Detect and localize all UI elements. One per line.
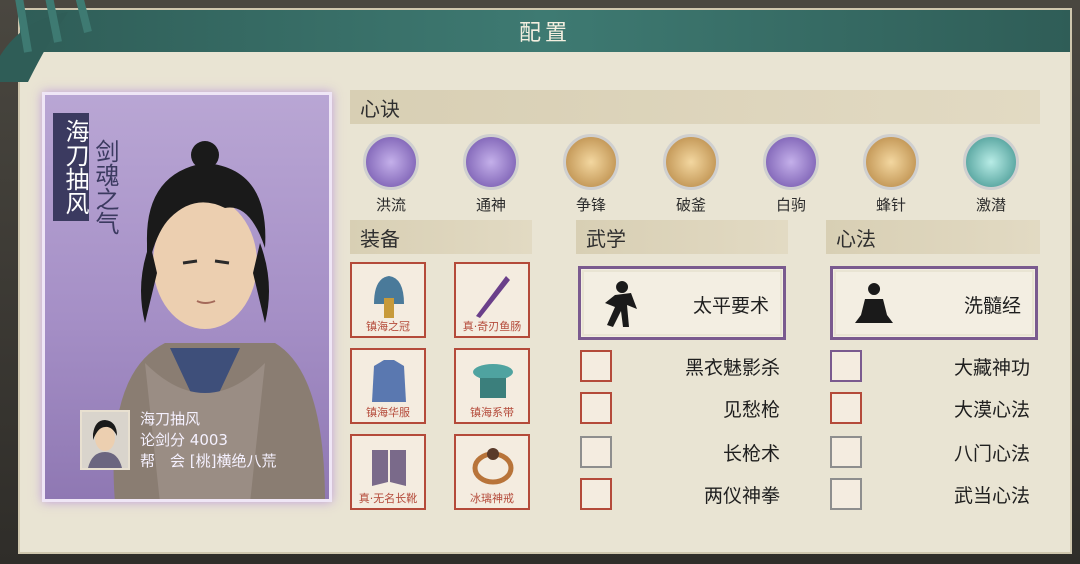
fist-icon (563, 134, 619, 190)
score-value: 4003 (189, 431, 228, 449)
character-card[interactable]: 海刀抽风 剑魂之气 海刀抽风 论剑分 4003 帮 会 [桃]横绝八荒 (42, 92, 332, 502)
section-wuxue-label: 武学 (586, 226, 626, 251)
dagger-icon (476, 276, 510, 318)
meditation-icon (830, 478, 862, 510)
window-title: 配置 (518, 21, 571, 46)
belt-icon (473, 364, 513, 398)
wuxue-item-1[interactable]: 黑衣魅影杀 (580, 350, 780, 382)
xinjue-skill-label: 白驹 (775, 196, 806, 214)
equip-label: 冰璃神戒 (470, 492, 514, 505)
equip-slot-weapon[interactable]: 真·奇刃鱼肠 (454, 262, 530, 338)
title-bar: 配置 (20, 10, 1070, 52)
xinjue-skill-2[interactable]: 通神 (460, 134, 522, 215)
meditation-icon (830, 436, 862, 468)
xinjue-skill-1[interactable]: 洪流 (360, 134, 422, 215)
wuxue-main-name: 太平要术 (692, 295, 769, 317)
xinjue-skill-label: 激潜 (975, 196, 1006, 214)
wuxue-item-label: 两仪神拳 (703, 484, 780, 507)
equip-label: 真·奇刃鱼肠 (462, 320, 522, 333)
xinjue-skill-5[interactable]: 白驹 (760, 134, 822, 215)
wuxue-item-label: 黑衣魅影杀 (684, 356, 780, 379)
section-xinfa: 心法 (826, 220, 1040, 254)
skill-figure-icon (580, 478, 612, 510)
wuxue-item-2[interactable]: 见愁枪 (580, 392, 780, 424)
meditation-figure-icon (855, 283, 893, 323)
armor-icon (372, 360, 406, 402)
xinfa-item-4[interactable]: 武当心法 (830, 478, 1030, 510)
xinfa-item-label: 大藏神功 (953, 356, 1030, 379)
section-xinfa-label: 心法 (836, 226, 876, 251)
wuxue-item-3[interactable]: 长枪术 (580, 436, 780, 468)
equip-slot-boots[interactable]: 真·无名长靴 (350, 434, 426, 510)
section-wuxue: 武学 (576, 220, 788, 254)
guild-row: 帮 会 [桃]横绝八荒 (140, 451, 277, 472)
xinfa-item-2[interactable]: 大漠心法 (830, 392, 1030, 424)
xinfa-item-label: 八门心法 (953, 442, 1030, 465)
guild-value: [桃]横绝八荒 (189, 452, 277, 470)
xinfa-main-slot[interactable]: 洗髓经 (830, 266, 1038, 340)
helmet-icon (374, 276, 404, 318)
equip-label: 真·无名长靴 (358, 492, 418, 505)
equip-label: 镇海之冠 (366, 320, 410, 333)
xinjue-skill-label: 破釜 (675, 196, 706, 214)
config-panel: 配置 海刀抽风 剑魂之气 海刀抽风 论剑分 4003 帮 会 [桃]横绝八荒 心… (18, 8, 1072, 554)
xinjue-skill-label: 蜂针 (875, 196, 906, 214)
score-label: 论剑分 (140, 431, 186, 449)
horse-icon (763, 134, 819, 190)
vortex-icon (963, 134, 1019, 190)
xinfa-item-1[interactable]: 大藏神功 (830, 350, 1030, 382)
meditation-icon (830, 350, 862, 382)
section-xinjue: 心诀 (350, 90, 1040, 124)
character-name: 海刀抽风 (140, 410, 201, 428)
martial-figure-icon (605, 281, 637, 327)
equip-label: 镇海华服 (366, 406, 410, 419)
xinjue-skill-4[interactable]: 破釜 (660, 134, 722, 215)
wuxue-item-4[interactable]: 两仪神拳 (580, 478, 780, 510)
xinjue-skill-label: 洪流 (375, 196, 406, 214)
shield-icon (663, 134, 719, 190)
needle-icon (863, 134, 919, 190)
score-row: 论剑分 4003 (140, 430, 277, 451)
character-title: 海刀抽风 (53, 113, 89, 221)
warrior-icon (463, 134, 519, 190)
equip-label: 镇海系带 (470, 406, 514, 419)
skill-figure-icon (580, 392, 612, 424)
section-xinjue-label: 心诀 (360, 96, 400, 121)
equip-slot-armor[interactable]: 镇海华服 (350, 348, 426, 424)
xinjue-skill-6[interactable]: 蜂针 (860, 134, 922, 215)
corner-decoration-icon (0, 0, 92, 82)
section-equipment-label: 装备 (360, 226, 400, 251)
xinjue-skill-label: 争锋 (575, 196, 606, 214)
character-info: 海刀抽风 论剑分 4003 帮 会 [桃]横绝八荒 (140, 409, 277, 472)
wuxue-item-label: 长枪术 (722, 442, 780, 465)
swirl-icon (363, 134, 419, 190)
ring-icon (472, 448, 514, 485)
skill-figure-icon (580, 350, 612, 382)
wuxue-item-label: 见愁枪 (722, 398, 780, 421)
equip-slot-head[interactable]: 镇海之冠 (350, 262, 426, 338)
boots-icon (372, 450, 406, 486)
avatar (80, 410, 130, 470)
xinjue-skill-7[interactable]: 激潜 (960, 134, 1022, 215)
xinfa-item-label: 大漠心法 (953, 398, 1030, 421)
xinfa-item-label: 武当心法 (953, 484, 1030, 507)
wuxue-main-slot[interactable]: 太平要术 (578, 266, 786, 340)
xinjue-skill-label: 通神 (475, 196, 506, 214)
xinfa-item-3[interactable]: 八门心法 (830, 436, 1030, 468)
equip-slot-belt[interactable]: 镇海系带 (454, 348, 530, 424)
skill-figure-icon (580, 436, 612, 468)
equip-slot-ring[interactable]: 冰璃神戒 (454, 434, 530, 510)
xinfa-main-name: 洗髓经 (963, 295, 1021, 317)
section-equipment: 装备 (350, 220, 532, 254)
xinjue-skill-3[interactable]: 争锋 (560, 134, 622, 215)
meditation-icon (830, 392, 862, 424)
character-subtitle: 剑魂之气 (91, 139, 119, 235)
guild-label: 帮 会 (140, 452, 186, 470)
